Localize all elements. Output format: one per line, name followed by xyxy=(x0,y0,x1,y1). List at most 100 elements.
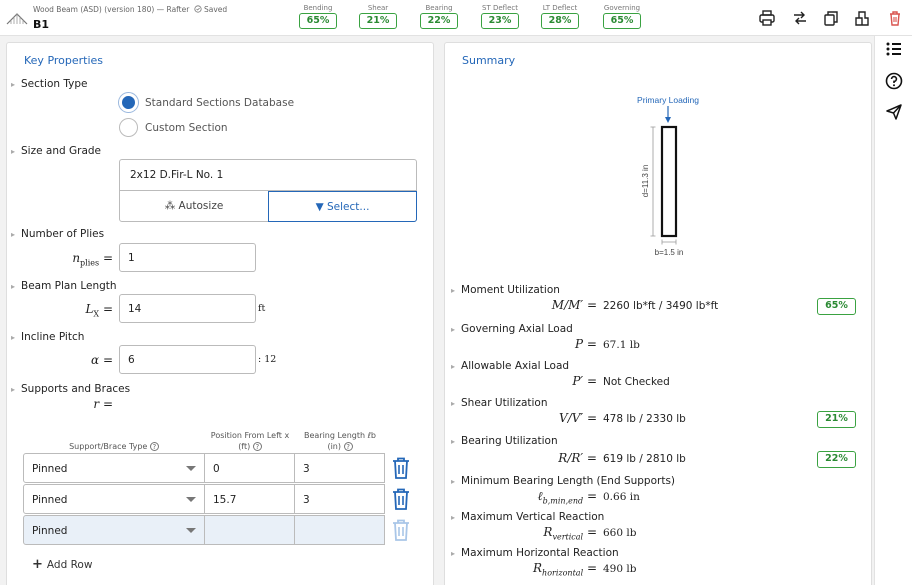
eq-subscript: vertical xyxy=(552,532,584,542)
result-value: M/M′ = 2260 lb*ft / 3490 lb*ft xyxy=(485,298,718,312)
result-label[interactable]: Governing Axial Load xyxy=(451,323,573,335)
radio-selected-indicator[interactable] xyxy=(119,93,138,112)
position-input[interactable]: 0 xyxy=(204,453,295,483)
bearing-input[interactable]: 3 xyxy=(294,484,385,514)
add-row-label: Add Row xyxy=(46,559,93,571)
help-icon[interactable]: ? xyxy=(252,442,262,451)
result-number: 490 lb xyxy=(603,563,637,575)
help-icon[interactable]: ? xyxy=(343,442,353,451)
result-label[interactable]: Shear Utilization xyxy=(451,397,547,409)
pitch-input[interactable]: 6 xyxy=(119,345,256,374)
badge-shear[interactable]: Shear 21% xyxy=(343,4,413,29)
result-label[interactable]: Moment Utilization xyxy=(451,284,560,296)
supports-label[interactable]: Supports and Braces xyxy=(11,383,130,395)
result-number: 478 lb / 2330 lb xyxy=(603,413,686,425)
pitch-label[interactable]: Incline Pitch xyxy=(11,331,84,343)
support-type-select[interactable]: Pinned xyxy=(23,515,205,545)
plies-var: n xyxy=(72,251,81,265)
trash-icon[interactable] xyxy=(392,457,410,479)
result-label[interactable]: Minimum Bearing Length (End Supports) xyxy=(451,475,675,487)
result-equation: P = xyxy=(575,337,597,351)
result-number: 67.1 lb xyxy=(603,339,640,351)
bearing-input[interactable]: 3 xyxy=(294,453,385,483)
filter-icon: ▼ xyxy=(315,201,327,213)
radio-standard-sections[interactable]: Standard Sections Database xyxy=(119,93,294,112)
length-label[interactable]: Beam Plan Length xyxy=(11,280,117,292)
eq-subscript: horizontal xyxy=(542,568,584,578)
send-icon[interactable] xyxy=(885,103,903,121)
copy-icon[interactable] xyxy=(822,9,840,27)
pitch-var: α xyxy=(91,353,100,367)
support-type-select[interactable]: Pinned xyxy=(23,484,205,514)
plies-symbol: nplies = xyxy=(72,251,113,268)
th-unit: (ft) xyxy=(238,442,251,451)
key-properties-panel: Key Properties Section Type Standard Sec… xyxy=(6,42,434,585)
delete-icon[interactable] xyxy=(886,9,904,27)
moment-status-badge: 65% xyxy=(817,298,856,315)
result-label[interactable]: Bearing Utilization xyxy=(451,435,558,447)
bearing-input[interactable] xyxy=(294,515,385,545)
length-input[interactable]: 14 xyxy=(119,294,256,323)
radio-indicator[interactable] xyxy=(119,118,138,137)
position-input[interactable] xyxy=(204,515,295,545)
eq-symbol: R xyxy=(533,561,543,575)
result-label[interactable]: Allowable Axial Load xyxy=(451,360,569,372)
length-symbol: LX = xyxy=(85,302,113,319)
pitch-symbol: α = xyxy=(91,353,113,367)
badge-label: Governing xyxy=(603,4,641,12)
result-label[interactable]: Maximum Horizontal Reaction xyxy=(451,547,619,559)
badge-value: 65% xyxy=(299,13,337,29)
app-title: Wood Beam (ASD) (version 180) — Rafter xyxy=(33,5,190,14)
result-number: 2260 lb*ft / 3490 lb*ft xyxy=(603,300,719,312)
length-var-sub: X xyxy=(93,309,100,319)
plies-label[interactable]: Number of Plies xyxy=(11,228,104,240)
radio-custom-section[interactable]: Custom Section xyxy=(119,118,228,137)
size-grade-value[interactable]: 2x12 D.Fir-L No. 1 xyxy=(120,160,416,191)
badge-bearing[interactable]: Bearing 22% xyxy=(404,4,474,29)
duplicate-icon[interactable] xyxy=(853,9,871,27)
primary-loading-label: Primary Loading xyxy=(637,95,699,105)
help-icon[interactable]: ? xyxy=(149,442,159,451)
badge-lt-deflect[interactable]: LT Deflect 28% xyxy=(525,4,595,29)
shear-status-badge: 21% xyxy=(817,411,856,428)
badge-value: 21% xyxy=(359,13,397,29)
th-label: Bearing Length ℓb xyxy=(303,431,377,440)
th-position: Position From Left x (ft) ? xyxy=(205,430,295,452)
th-unit: (in) xyxy=(327,442,341,451)
badge-value: 28% xyxy=(541,13,579,29)
result-equation: V/V′ = xyxy=(559,411,597,425)
trash-icon[interactable] xyxy=(392,519,410,541)
saved-label: Saved xyxy=(204,5,228,14)
help-icon[interactable] xyxy=(885,72,903,90)
section-diagram: Primary Loading d=11.3 in b=1.5 in xyxy=(637,95,699,257)
badge-label: LT Deflect xyxy=(542,4,578,12)
plies-input[interactable]: 1 xyxy=(119,243,256,272)
autosize-label: Autosize xyxy=(178,200,224,212)
result-value: Rhorizontal = 490 lb xyxy=(485,561,636,577)
size-grade-label[interactable]: Size and Grade xyxy=(11,145,101,157)
list-icon[interactable] xyxy=(885,40,903,58)
support-type-select[interactable]: Pinned xyxy=(23,453,205,483)
badge-label: Shear xyxy=(367,4,389,12)
summary-panel: Summary Primary Loading d=11.3 in b=1.5 … xyxy=(444,42,872,585)
badge-label: Bearing xyxy=(425,4,453,12)
result-label[interactable]: Maximum Vertical Reaction xyxy=(451,511,604,523)
top-bar: Wood Beam (ASD) (version 180) — Rafter S… xyxy=(0,0,912,36)
load-arrow-icon xyxy=(665,117,671,123)
trash-icon[interactable] xyxy=(392,488,410,510)
print-icon[interactable] xyxy=(758,9,776,27)
beam-name[interactable]: B1 xyxy=(33,18,49,31)
section-type-label[interactable]: Section Type xyxy=(11,78,87,90)
th-label: Position From Left x xyxy=(210,431,290,440)
autosize-button[interactable]: ⁂ Autosize xyxy=(120,191,268,221)
size-grade-control: 2x12 D.Fir-L No. 1 ⁂ Autosize ▼ Select..… xyxy=(119,159,417,222)
position-input[interactable]: 15.7 xyxy=(204,484,295,514)
swap-icon[interactable] xyxy=(791,9,809,27)
badge-governing[interactable]: Governing 65% xyxy=(587,4,657,29)
result-value: V/V′ = 478 lb / 2330 lb xyxy=(485,411,686,425)
th-label: Support/Brace Type xyxy=(69,442,148,451)
length-unit: ft xyxy=(258,303,266,314)
select-section-button[interactable]: ▼ Select... xyxy=(268,191,417,222)
add-row-button[interactable]: + Add Row xyxy=(32,557,92,572)
result-value: P = 67.1 lb xyxy=(485,337,640,351)
